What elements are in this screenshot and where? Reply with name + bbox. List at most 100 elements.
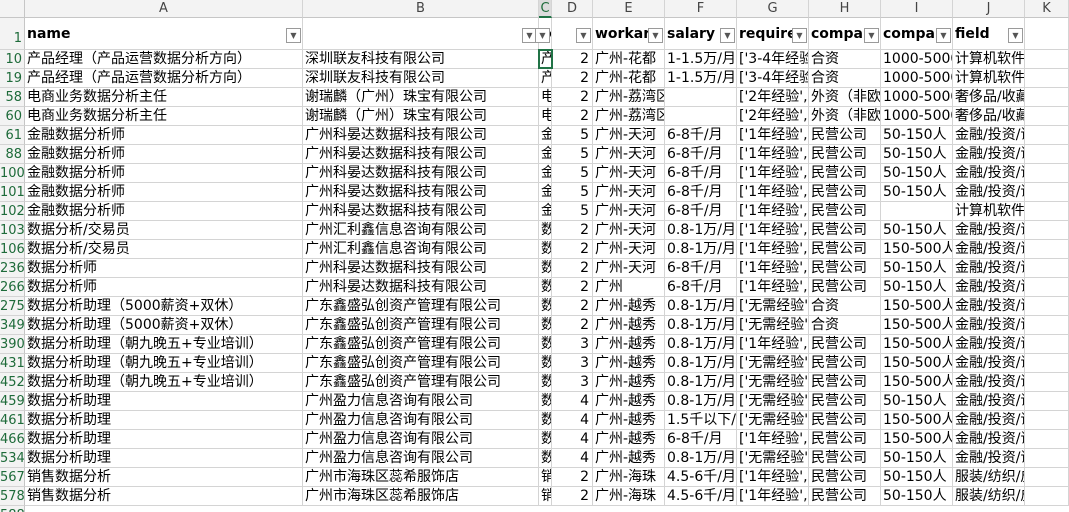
- table-cell[interactable]: 金融/投资/证券: [953, 259, 1025, 278]
- table-cell[interactable]: 金融/投资/证券: [953, 335, 1025, 354]
- table-cell[interactable]: [1025, 145, 1069, 164]
- table-cell[interactable]: 销售数据分析: [25, 487, 303, 506]
- table-cell[interactable]: 2: [552, 487, 593, 506]
- table-cell[interactable]: 4: [552, 449, 593, 468]
- table-cell[interactable]: 150-500人: [881, 411, 953, 430]
- table-cell[interactable]: 数据分析/交易员: [25, 240, 303, 259]
- row-number[interactable]: 534: [0, 449, 25, 468]
- table-cell[interactable]: [1025, 449, 1069, 468]
- table-cell[interactable]: 销: [539, 487, 552, 506]
- row-number[interactable]: 452: [0, 373, 25, 392]
- table-cell[interactable]: 0.8-1万/月: [665, 354, 737, 373]
- table-cell[interactable]: 销售数据分析: [25, 468, 303, 487]
- table-cell[interactable]: 6-8千/月: [665, 183, 737, 202]
- table-cell[interactable]: 广州-花都: [593, 69, 665, 88]
- column-header-j[interactable]: J: [953, 0, 1025, 18]
- row-number[interactable]: 349: [0, 316, 25, 335]
- table-cell[interactable]: 金融数据分析师: [25, 126, 303, 145]
- table-cell[interactable]: 广州汇利鑫信息咨询有限公司: [303, 240, 539, 259]
- table-cell[interactable]: [1025, 430, 1069, 449]
- table-cell[interactable]: 1-1.5万/月: [665, 69, 737, 88]
- table-cell[interactable]: 民营公司: [809, 411, 881, 430]
- table-cell[interactable]: 深圳联友科技有限公司: [303, 50, 539, 69]
- column-header-b[interactable]: B: [303, 0, 539, 18]
- table-cell[interactable]: 数据分析助理: [25, 449, 303, 468]
- table-cell[interactable]: 2: [552, 240, 593, 259]
- table-cell[interactable]: 数据分析助理（5000薪资+双休）: [25, 316, 303, 335]
- header-cell-b[interactable]: [303, 18, 539, 50]
- table-cell[interactable]: 金融/投资/证券: [953, 164, 1025, 183]
- table-cell[interactable]: 广州科晏达数据科技有限公司: [303, 259, 539, 278]
- table-cell[interactable]: 2: [552, 278, 593, 297]
- table-cell[interactable]: 5: [552, 202, 593, 221]
- table-cell[interactable]: 合资: [809, 297, 881, 316]
- spreadsheet-grid[interactable]: ABCDEFGHIJK1namecomworkarsalaryrequireco…: [0, 0, 1069, 512]
- table-cell[interactable]: 数据分析助理（朝九晚五+专业培训）: [25, 373, 303, 392]
- table-cell[interactable]: ['3-4年经验': [737, 50, 809, 69]
- table-cell[interactable]: 计算机软件: [953, 69, 1025, 88]
- table-cell[interactable]: 0.8-1万/月: [665, 373, 737, 392]
- table-cell[interactable]: 金融/投资/证券: [953, 316, 1025, 335]
- table-cell[interactable]: 奢侈品/收藏品/工艺品: [953, 107, 1025, 126]
- table-cell[interactable]: 数: [539, 278, 552, 297]
- row-number[interactable]: 567: [0, 468, 25, 487]
- table-cell[interactable]: 1-1.5万/月: [665, 50, 737, 69]
- table-cell[interactable]: 产: [539, 69, 552, 88]
- table-cell[interactable]: 50-150人: [881, 468, 953, 487]
- table-cell[interactable]: 1000-5000人: [881, 88, 953, 107]
- table-cell[interactable]: 广东鑫盛弘创资产管理有限公司: [303, 354, 539, 373]
- row-number[interactable]: 106: [0, 240, 25, 259]
- table-cell[interactable]: 0.8-1万/月: [665, 240, 737, 259]
- table-cell[interactable]: 数据分析助理（5000薪资+双休）: [25, 297, 303, 316]
- table-cell[interactable]: ['1年经验',: [737, 202, 809, 221]
- table-cell[interactable]: ['无需经验': [737, 411, 809, 430]
- table-cell[interactable]: 数据分析助理（朝九晚五+专业培训）: [25, 335, 303, 354]
- table-cell[interactable]: 50-150人: [881, 126, 953, 145]
- table-cell[interactable]: 金: [539, 164, 552, 183]
- table-cell[interactable]: 1000-5000人: [881, 107, 953, 126]
- row-number[interactable]: 236: [0, 259, 25, 278]
- table-cell[interactable]: 合资: [809, 316, 881, 335]
- table-cell[interactable]: 1000-5000人: [881, 69, 953, 88]
- table-cell[interactable]: [1025, 373, 1069, 392]
- table-cell[interactable]: 6-8千/月: [665, 430, 737, 449]
- table-cell[interactable]: 广州-海珠: [593, 487, 665, 506]
- table-cell[interactable]: 50-150人: [881, 392, 953, 411]
- table-cell[interactable]: 金融数据分析师: [25, 145, 303, 164]
- table-cell[interactable]: 广州-荔湾区: [593, 107, 665, 126]
- filter-dropdown-icon[interactable]: ▼: [648, 28, 663, 43]
- table-cell[interactable]: 广州-天河: [593, 240, 665, 259]
- table-cell[interactable]: 广州科晏达数据科技有限公司: [303, 183, 539, 202]
- select-all-corner[interactable]: [0, 0, 25, 18]
- table-cell[interactable]: 民营公司: [809, 221, 881, 240]
- table-cell[interactable]: 5: [552, 183, 593, 202]
- table-cell[interactable]: [1025, 221, 1069, 240]
- table-cell[interactable]: 民营公司: [809, 202, 881, 221]
- table-cell[interactable]: 深圳联友科技有限公司: [303, 69, 539, 88]
- table-cell[interactable]: 广州-天河: [593, 183, 665, 202]
- table-cell[interactable]: 金融数据分析师: [25, 164, 303, 183]
- table-cell[interactable]: 电: [539, 107, 552, 126]
- table-cell[interactable]: 6-8千/月: [665, 145, 737, 164]
- row-number[interactable]: 390: [0, 335, 25, 354]
- table-cell[interactable]: 1000-5000人: [881, 50, 953, 69]
- table-cell[interactable]: 2: [552, 88, 593, 107]
- table-cell[interactable]: ['1年经验',: [737, 335, 809, 354]
- table-cell[interactable]: ['2年经验',: [737, 107, 809, 126]
- table-cell[interactable]: ['1年经验',: [737, 164, 809, 183]
- table-cell[interactable]: 广州市海珠区蕊希服饰店: [303, 487, 539, 506]
- table-cell[interactable]: ['2年经验',: [737, 88, 809, 107]
- table-cell[interactable]: 金融/投资/证券: [953, 240, 1025, 259]
- table-cell[interactable]: 广州-越秀: [593, 411, 665, 430]
- table-cell[interactable]: 150-500人: [881, 316, 953, 335]
- table-cell[interactable]: 数: [539, 411, 552, 430]
- table-cell[interactable]: 0.8-1万/月: [665, 449, 737, 468]
- table-cell[interactable]: ['1年经验',: [737, 240, 809, 259]
- column-header-k[interactable]: K: [1025, 0, 1069, 18]
- row-number[interactable]: 10: [0, 50, 25, 69]
- table-cell[interactable]: ['3-4年经验': [737, 69, 809, 88]
- table-cell[interactable]: 广州-天河: [593, 126, 665, 145]
- table-cell[interactable]: [1025, 487, 1069, 506]
- table-cell[interactable]: 3: [552, 354, 593, 373]
- table-cell[interactable]: 数: [539, 354, 552, 373]
